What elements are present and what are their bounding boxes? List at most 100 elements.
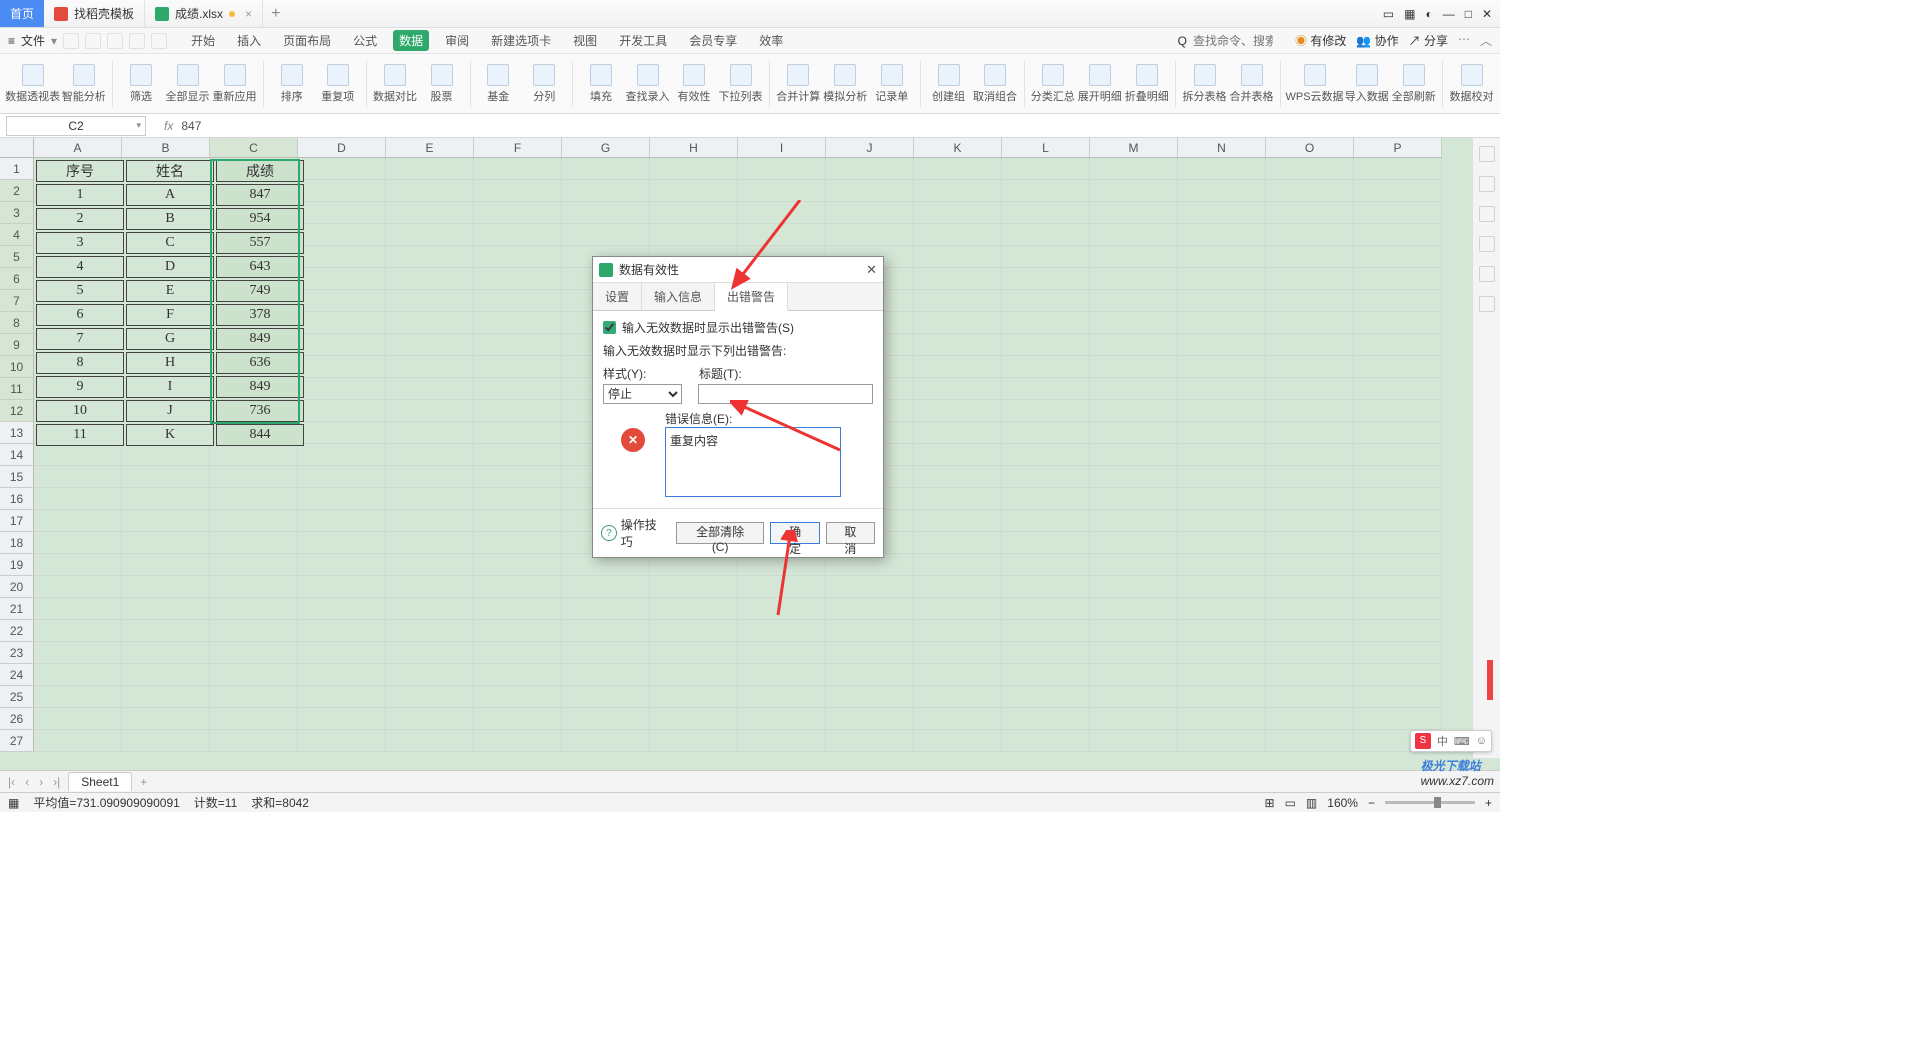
close-window-icon[interactable]: ✕ [1482, 7, 1492, 21]
menu-tab[interactable]: 页面布局 [277, 30, 337, 51]
sidebar-icon[interactable] [1479, 176, 1495, 192]
menu-tab[interactable]: 会员专享 [683, 30, 743, 51]
chevron-up-icon[interactable]: ︿ [1480, 32, 1492, 49]
menu-tab[interactable]: 新建选项卡 [485, 30, 557, 51]
menu-tab[interactable]: 效率 [753, 30, 789, 51]
row-header[interactable]: 4 [0, 224, 34, 246]
sheet-nav-first[interactable]: |‹ [6, 775, 17, 789]
ribbon-button[interactable]: 展开明细 [1077, 62, 1122, 106]
ribbon-button[interactable]: 数据校对 [1449, 62, 1494, 106]
ribbon-button[interactable]: 全部显示 [165, 62, 210, 106]
ribbon-button[interactable]: 排序 [270, 62, 314, 106]
sheet-nav-last[interactable]: ›| [51, 775, 62, 789]
minimize-icon[interactable]: — [1443, 7, 1455, 21]
column-header[interactable]: H [650, 138, 738, 157]
row-header[interactable]: 25 [0, 686, 34, 708]
column-header[interactable]: K [914, 138, 1002, 157]
sheet-nav-prev[interactable]: ‹ [23, 775, 31, 789]
redo-icon[interactable] [151, 33, 167, 49]
ribbon-button[interactable]: 下拉列表 [718, 62, 763, 106]
row-header[interactable]: 15 [0, 466, 34, 488]
view-icon[interactable]: ⊞ [1265, 796, 1275, 810]
row-header[interactable]: 17 [0, 510, 34, 532]
style-select[interactable]: 停止 [603, 384, 682, 404]
ribbon-button[interactable]: 数据透视表 [6, 62, 59, 106]
row-header[interactable]: 21 [0, 598, 34, 620]
row-header[interactable]: 12 [0, 400, 34, 422]
row-header[interactable]: 20 [0, 576, 34, 598]
sidebar-icon[interactable] [1479, 236, 1495, 252]
column-header[interactable]: F [474, 138, 562, 157]
row-header[interactable]: 2 [0, 180, 34, 202]
ribbon-button[interactable]: 智能分析 [61, 62, 106, 106]
column-header[interactable]: A [34, 138, 122, 157]
share-button[interactable]: ↗ 分享 [1409, 32, 1448, 49]
column-header[interactable]: O [1266, 138, 1354, 157]
ribbon-button[interactable]: 折叠明细 [1124, 62, 1169, 106]
unsaved-indicator[interactable]: ◉ 有修改 [1295, 32, 1346, 49]
more-icon[interactable]: ⋯ [1458, 32, 1470, 49]
ribbon-button[interactable]: 导入数据 [1344, 62, 1389, 106]
show-error-checkbox[interactable]: 输入无效数据时显示出错警告(S) [603, 319, 873, 336]
ribbon-button[interactable]: 分类汇总 [1030, 62, 1075, 106]
user-icon[interactable]: ◐ [1425, 7, 1432, 21]
zoom-slider[interactable] [1385, 801, 1475, 804]
row-header[interactable]: 11 [0, 378, 34, 400]
column-header[interactable]: G [562, 138, 650, 157]
message-textarea[interactable]: 重复内容 [665, 427, 841, 497]
ribbon-button[interactable]: 创建组 [927, 62, 971, 106]
sheet-nav-next[interactable]: › [37, 775, 45, 789]
row-header[interactable]: 27 [0, 730, 34, 752]
file-menu[interactable]: 文件 [21, 32, 45, 49]
ribbon-button[interactable]: 合并表格 [1229, 62, 1274, 106]
search-input[interactable] [1193, 34, 1273, 48]
menu-tab[interactable]: 插入 [231, 30, 267, 51]
undo-icon[interactable] [129, 33, 145, 49]
row-header[interactable]: 8 [0, 312, 34, 334]
menu-tab[interactable]: 开始 [185, 30, 221, 51]
view-icon[interactable]: ▭ [1285, 796, 1296, 810]
column-header[interactable]: B [122, 138, 210, 157]
ribbon-button[interactable]: 筛选 [119, 62, 163, 106]
zoom-in[interactable]: + [1485, 796, 1492, 810]
column-header[interactable]: L [1002, 138, 1090, 157]
command-search[interactable]: Q [1178, 34, 1273, 48]
checkbox-input[interactable] [603, 321, 616, 334]
row-header[interactable]: 7 [0, 290, 34, 312]
column-header[interactable]: C [210, 138, 298, 157]
sidebar-icon[interactable] [1479, 146, 1495, 162]
ribbon-button[interactable]: 有效性 [672, 62, 716, 106]
status-icon[interactable]: ▦ [8, 796, 19, 810]
tab-file[interactable]: 成绩.xlsx× [145, 0, 263, 27]
formula-value[interactable]: 847 [181, 119, 201, 133]
ribbon-button[interactable]: 全部刷新 [1391, 62, 1436, 106]
dialog-tab[interactable]: 输入信息 [642, 283, 715, 310]
sidebar-icon[interactable] [1479, 296, 1495, 312]
row-header[interactable]: 5 [0, 246, 34, 268]
ribbon-button[interactable]: 模拟分析 [823, 62, 868, 106]
column-header[interactable]: D [298, 138, 386, 157]
row-header[interactable]: 18 [0, 532, 34, 554]
sheet-add[interactable]: + [138, 775, 149, 789]
column-header[interactable]: E [386, 138, 474, 157]
view-icon[interactable]: ▥ [1306, 796, 1317, 810]
row-header[interactable]: 1 [0, 158, 34, 180]
ime-toolbar[interactable]: S 中 ⌨☺ [1410, 730, 1492, 752]
tips-link[interactable]: 操作技巧 [601, 516, 668, 550]
sidebar-icon[interactable] [1479, 206, 1495, 222]
row-header[interactable]: 16 [0, 488, 34, 510]
fx-icon[interactable]: fx [164, 119, 173, 133]
row-header[interactable]: 6 [0, 268, 34, 290]
menu-tab[interactable]: 审阅 [439, 30, 475, 51]
ribbon-button[interactable]: 取消组合 [973, 62, 1018, 106]
menu-tab[interactable]: 数据 [393, 30, 429, 51]
column-header[interactable]: I [738, 138, 826, 157]
tab-home[interactable]: 首页 [0, 0, 44, 27]
clear-all-button[interactable]: 全部清除(C) [676, 522, 765, 544]
row-header[interactable]: 10 [0, 356, 34, 378]
ok-button[interactable]: 确定 [770, 522, 819, 544]
ime-icon[interactable]: ⌨ [1454, 735, 1470, 748]
ribbon-button[interactable]: 查找录入 [625, 62, 670, 106]
row-header[interactable]: 14 [0, 444, 34, 466]
name-box[interactable]: C2 [6, 116, 146, 136]
